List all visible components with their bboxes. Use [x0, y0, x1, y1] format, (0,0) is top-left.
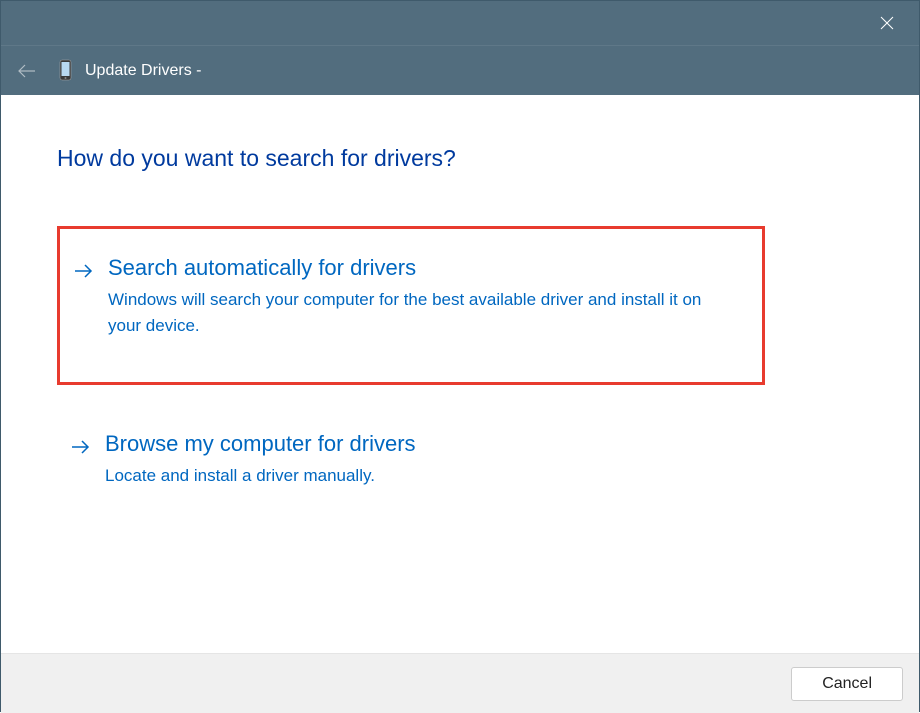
back-arrow-icon — [17, 63, 37, 79]
device-icon — [59, 59, 75, 83]
option-browse-computer[interactable]: Browse my computer for drivers Locate an… — [57, 413, 765, 507]
window-title: Update Drivers - — [85, 62, 201, 80]
arrow-right-icon — [71, 439, 91, 489]
dialog-footer: Cancel — [1, 653, 919, 713]
option-body: Search automatically for drivers Windows… — [108, 255, 742, 338]
option-body: Browse my computer for drivers Locate an… — [105, 431, 745, 489]
titlebar — [1, 1, 919, 45]
close-icon — [880, 16, 894, 30]
nav-title-wrap: Update Drivers - — [59, 59, 201, 83]
content-area: How do you want to search for drivers? S… — [1, 95, 919, 653]
cancel-button[interactable]: Cancel — [791, 667, 903, 701]
back-button[interactable] — [15, 59, 39, 83]
nav-bar: Update Drivers - — [1, 45, 919, 95]
close-button[interactable] — [867, 3, 907, 43]
arrow-right-icon — [74, 263, 94, 338]
option-description: Locate and install a driver manually. — [105, 463, 725, 489]
option-description: Windows will search your computer for th… — [108, 287, 728, 338]
option-title: Search automatically for drivers — [108, 255, 742, 281]
option-search-automatically[interactable]: Search automatically for drivers Windows… — [57, 226, 765, 385]
option-title: Browse my computer for drivers — [105, 431, 745, 457]
page-heading: How do you want to search for drivers? — [57, 145, 863, 172]
